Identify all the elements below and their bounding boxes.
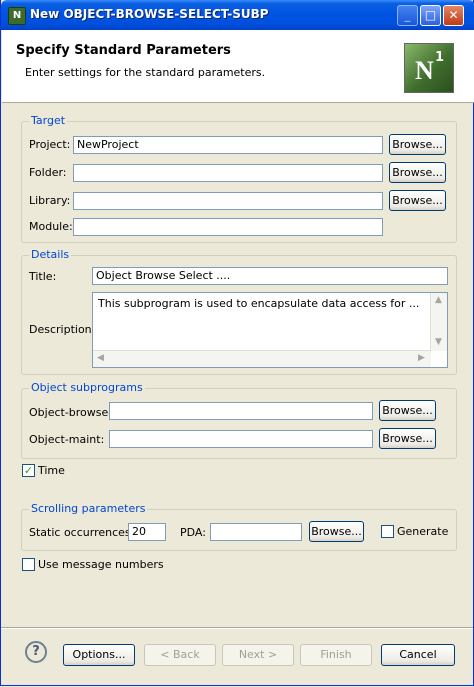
object-maint-field[interactable] (109, 430, 373, 448)
library-browse-button[interactable]: Browse... (389, 190, 446, 211)
target-legend: Target (29, 114, 68, 127)
static-occurrences-label: Static occurrences: (29, 526, 135, 539)
page-subtitle: Enter settings for the standard paramete… (25, 66, 266, 79)
options-button[interactable]: Options... (63, 644, 135, 666)
close-button[interactable]: ✕ (443, 5, 464, 26)
library-field[interactable] (73, 192, 383, 210)
module-field[interactable] (73, 218, 383, 236)
library-label: Library: (29, 194, 71, 207)
scrolling-parameters-group: Scrolling parameters Static occurrences:… (21, 502, 457, 551)
target-group: Target Project: NewProject Browse... Fol… (21, 114, 457, 243)
folder-browse-button[interactable]: Browse... (389, 162, 446, 183)
scrolling-parameters-legend: Scrolling parameters (29, 502, 148, 515)
generate-checkbox[interactable] (381, 525, 394, 538)
object-browse-field[interactable] (109, 402, 373, 420)
folder-field[interactable] (73, 164, 383, 182)
scroll-down-icon[interactable]: ▼ (435, 337, 442, 347)
scroll-right-icon[interactable]: ▶ (418, 353, 425, 363)
footer-divider (1, 627, 473, 629)
next-button[interactable]: Next > (222, 644, 294, 666)
description-label: Description: (29, 323, 96, 336)
title-field[interactable]: Object Browse Select .... (92, 267, 448, 285)
module-label: Module: (29, 220, 73, 233)
description-text: This subprogram is used to encapsulate d… (98, 297, 420, 310)
object-subprograms-group: Object subprograms Object-browse: Browse… (21, 381, 457, 459)
cancel-button[interactable]: Cancel (381, 644, 455, 666)
object-browse-label: Object-browse: (29, 406, 112, 419)
project-browse-button[interactable]: Browse... (389, 134, 446, 155)
pda-label: PDA: (180, 526, 206, 539)
object-maint-label: Object-maint: (29, 433, 105, 446)
use-message-numbers-label: Use message numbers (38, 558, 164, 571)
static-occurrences-field[interactable]: 20 (128, 523, 166, 541)
title-bar[interactable]: N New OBJECT-BROWSE-SELECT-SUBP _ □ ✕ (1, 0, 474, 30)
minimize-button[interactable]: _ (397, 5, 418, 26)
object-subprograms-legend: Object subprograms (29, 381, 145, 394)
scroll-up-icon[interactable]: ▲ (435, 295, 442, 305)
project-field[interactable]: NewProject (73, 136, 383, 154)
object-maint-browse-button[interactable]: Browse... (379, 428, 436, 449)
project-label: Project: (29, 138, 71, 151)
pda-browse-button[interactable]: Browse... (309, 521, 364, 542)
generate-label: Generate (397, 525, 449, 538)
n1-app-icon: N (8, 7, 26, 25)
details-legend: Details (29, 248, 72, 261)
description-vertical-scrollbar[interactable]: ▲ ▼ (430, 293, 447, 351)
description-textarea[interactable]: This subprogram is used to encapsulate d… (92, 292, 448, 368)
folder-label: Folder: (29, 166, 67, 179)
pda-field[interactable] (210, 523, 302, 541)
page-title: Specify Standard Parameters (16, 43, 231, 58)
title-label: Title: (29, 270, 57, 283)
description-horizontal-scrollbar[interactable]: ◀ ▶ (93, 350, 431, 367)
details-group: Details Title: Object Browse Select ....… (21, 248, 457, 375)
window-title: New OBJECT-BROWSE-SELECT-SUBP (30, 7, 269, 21)
wizard-header: Specify Standard Parameters Enter settin… (2, 30, 474, 103)
object-browse-browse-button[interactable]: Browse... (379, 400, 436, 421)
time-checkbox[interactable]: ✓ (22, 464, 35, 477)
back-button[interactable]: < Back (144, 644, 216, 666)
time-label: Time (38, 464, 65, 477)
finish-button[interactable]: Finish (300, 644, 372, 666)
help-icon[interactable]: ? (25, 641, 47, 663)
dialog-window: N New OBJECT-BROWSE-SELECT-SUBP _ □ ✕ Sp… (0, 0, 474, 686)
scroll-left-icon[interactable]: ◀ (97, 353, 104, 363)
natural-logo-icon: N1 (404, 43, 454, 93)
maximize-button[interactable]: □ (420, 5, 441, 26)
use-message-numbers-checkbox[interactable] (22, 558, 35, 571)
